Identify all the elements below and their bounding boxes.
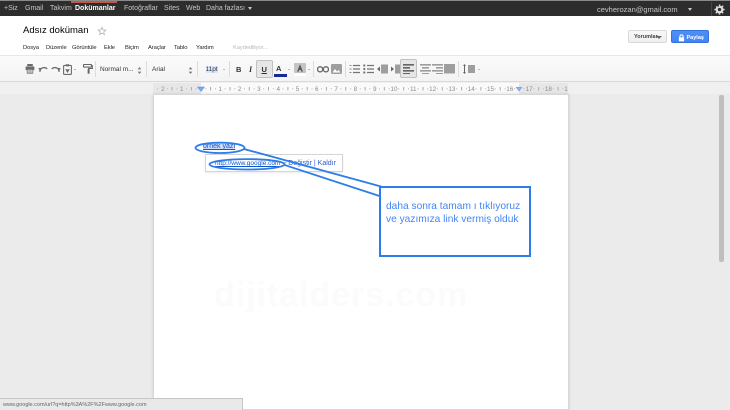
svg-text:2: 2	[161, 86, 165, 93]
svg-text:14: 14	[468, 86, 476, 93]
svg-text:10: 10	[390, 86, 398, 93]
svg-text:2: 2	[238, 86, 242, 93]
svg-text:19: 19	[564, 86, 568, 93]
svg-text:16: 16	[506, 86, 514, 93]
svg-text:5: 5	[296, 86, 300, 93]
svg-text:13: 13	[448, 86, 456, 93]
svg-text:6: 6	[315, 86, 319, 93]
svg-text:12: 12	[429, 86, 437, 93]
svg-text:15: 15	[487, 86, 495, 93]
svg-text:3: 3	[257, 86, 261, 93]
svg-text:1: 1	[180, 86, 184, 93]
svg-text:8: 8	[354, 86, 358, 93]
svg-text:11: 11	[410, 86, 417, 93]
svg-text:4: 4	[276, 86, 280, 93]
svg-text:18: 18	[545, 86, 553, 93]
svg-text:1: 1	[219, 86, 223, 93]
svg-text:7: 7	[334, 86, 338, 93]
svg-text:9: 9	[373, 86, 377, 93]
svg-text:17: 17	[526, 86, 534, 93]
